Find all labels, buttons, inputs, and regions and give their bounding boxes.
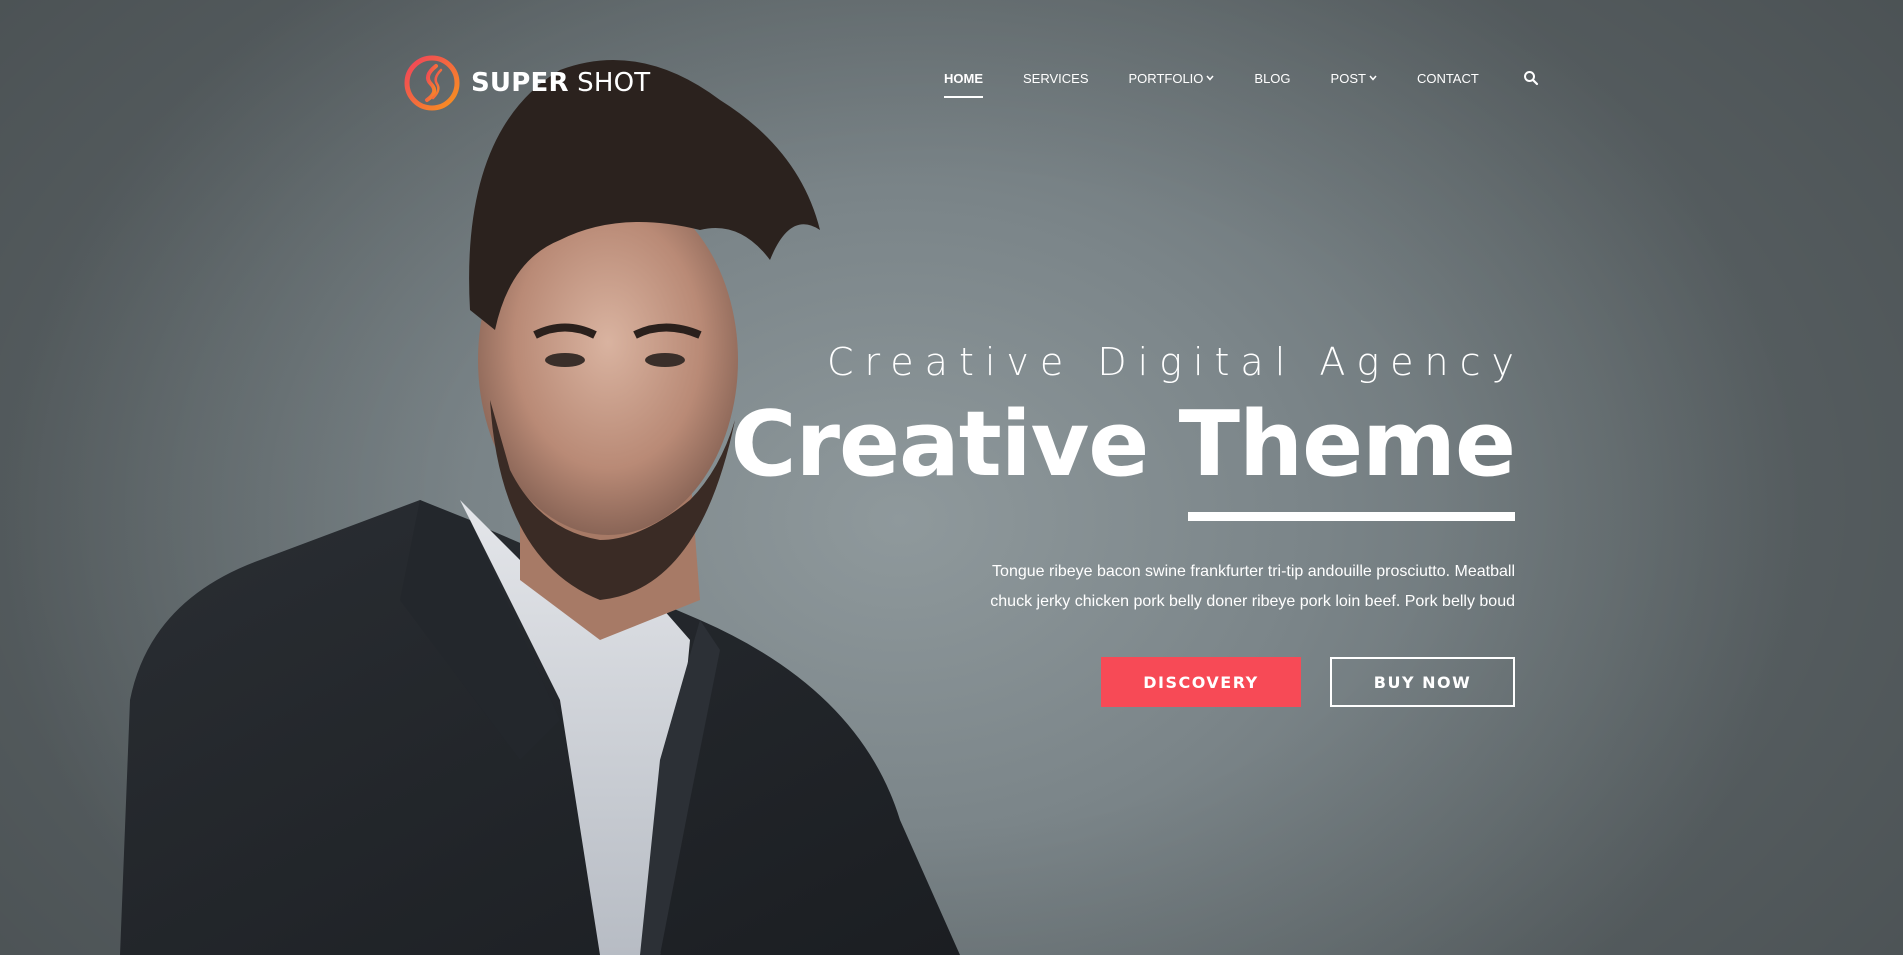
brand-name-bold: SUPER	[471, 68, 569, 98]
nav-item-label: CONTACT	[1416, 70, 1479, 86]
nav-item-post[interactable]: POST	[1331, 71, 1377, 86]
hero-subtitle: Creative Digital Agency	[826, 340, 1525, 384]
brand-name-light: SHOT	[577, 68, 651, 98]
hero-buttons: DISCOVERY BUY NOW	[615, 657, 1515, 707]
buy-now-button[interactable]: BUY NOW	[1330, 657, 1515, 707]
nav-item-label: HOME	[944, 70, 983, 86]
nav-item-label: SERVICES	[1023, 70, 1089, 86]
search-icon[interactable]	[1523, 70, 1539, 86]
nav-item-label: BLOG	[1254, 70, 1291, 86]
nav-item-portfolio[interactable]: PORTFOLIO	[1129, 71, 1215, 86]
hero-content: Creative Digital Agency Creative Theme T…	[615, 340, 1516, 707]
hero-description-line: chuck jerky chicken pork belly doner rib…	[990, 593, 1515, 610]
chevron-down-icon	[1369, 75, 1377, 81]
hero-title: Creative Theme	[730, 392, 1516, 497]
main-navigation: HOME SERVICES PORTFOLIO BLOG POST CONTAC…	[944, 70, 1539, 98]
swirl-logo-icon	[404, 55, 460, 111]
discovery-button[interactable]: DISCOVERY	[1101, 657, 1301, 707]
title-underline	[1188, 512, 1515, 521]
hero-description-line: Tongue ribeye bacon swine frankfurter tr…	[992, 563, 1515, 580]
brand-logo[interactable]: SUPER SHOT	[403, 53, 650, 113]
nav-item-services[interactable]: SERVICES	[1023, 71, 1089, 86]
nav-item-contact[interactable]: CONTACT	[1417, 71, 1479, 86]
brand-name: SUPER SHOT	[471, 68, 650, 98]
site-header: SUPER SHOT HOME SERVICES PORTFOLIO BLOG …	[0, 0, 1903, 160]
hero-description: Tongue ribeye bacon swine frankfurter tr…	[615, 557, 1515, 617]
nav-item-home[interactable]: HOME	[944, 70, 983, 98]
nav-item-blog[interactable]: BLOG	[1254, 71, 1290, 86]
nav-item-label: POST	[1330, 70, 1366, 86]
nav-item-label: PORTFOLIO	[1128, 70, 1204, 86]
chevron-down-icon	[1206, 75, 1214, 81]
